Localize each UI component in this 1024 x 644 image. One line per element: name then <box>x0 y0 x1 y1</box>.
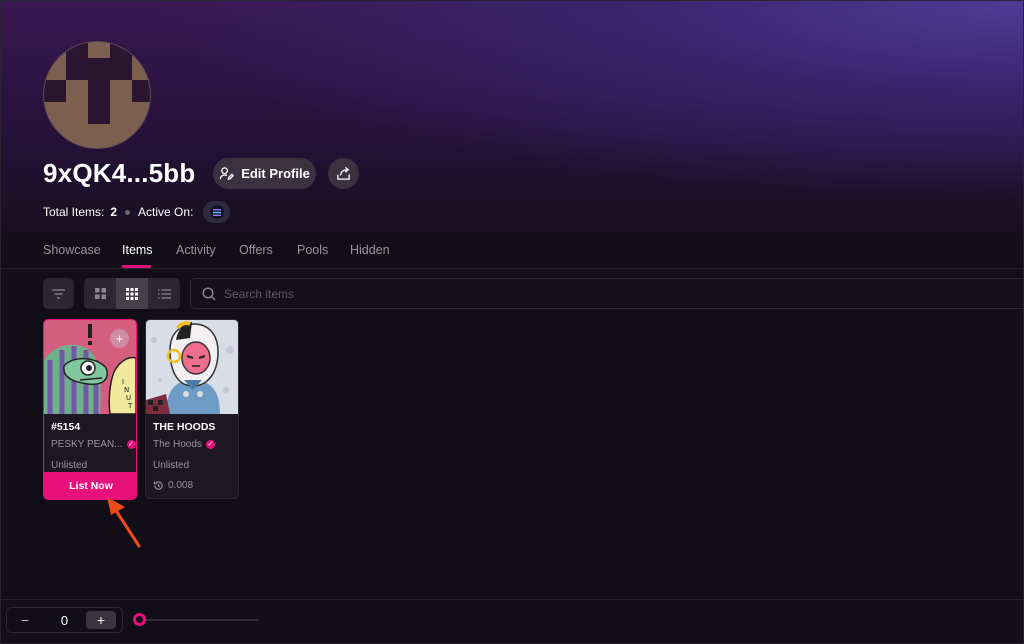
active-on-label: Active On: <box>138 205 194 219</box>
card-collection: The Hoods ✓ <box>153 439 215 450</box>
separator-dot <box>125 209 131 215</box>
search-input[interactable] <box>224 286 824 301</box>
svg-text:U: U <box>126 394 131 402</box>
grid-large-view-button[interactable] <box>84 278 116 309</box>
selection-slider-track[interactable] <box>139 619 259 621</box>
search-icon <box>202 286 216 300</box>
view-toggle-group <box>84 278 180 309</box>
tab-items[interactable]: Items <box>122 243 153 257</box>
nft-card[interactable]: THE HOODS The Hoods ✓ Unlisted 0.008 <box>145 319 239 499</box>
card-title: #5154 <box>51 421 81 433</box>
svg-text:N: N <box>124 386 129 394</box>
profile-name: 9xQK4...5bb <box>43 158 196 188</box>
tab-showcase[interactable]: Showcase <box>43 243 101 257</box>
card-title: THE HOODS <box>153 421 216 433</box>
chain-badge[interactable] <box>203 201 231 223</box>
tab-pools[interactable]: Pools <box>297 243 328 257</box>
tab-offers[interactable]: Offers <box>239 243 273 257</box>
solana-icon <box>209 205 224 219</box>
filter-icon <box>52 288 65 299</box>
total-items-value: 2 <box>110 205 118 219</box>
svg-text:T: T <box>127 402 133 410</box>
nft-card[interactable]: I N U T + #5154 PESKY PEAN... ✓ Unlisted… <box>43 319 137 500</box>
user-edit-icon <box>219 167 235 180</box>
profile-stats: Total Items: 2 Active On: <box>43 201 231 223</box>
nft-image-pesky: I N U T + <box>44 320 136 414</box>
collection-name: PESKY PEAN... <box>51 439 123 450</box>
bottom-bar: − 0 + <box>1 599 1023 643</box>
grid-compact-view-button[interactable] <box>116 278 148 309</box>
edit-profile-button[interactable]: Edit Profile <box>213 158 316 189</box>
selection-slider-thumb[interactable] <box>133 613 146 626</box>
share-icon <box>337 166 350 180</box>
card-collection: PESKY PEAN... ✓ <box>51 439 136 450</box>
edit-profile-label: Edit Profile <box>241 166 310 181</box>
card-price: 0.008 <box>153 480 193 491</box>
nft-image-hoods <box>146 320 238 414</box>
tab-activity[interactable]: Activity <box>176 243 216 257</box>
verified-icon: ✓ <box>205 440 215 449</box>
card-status: Unlisted <box>51 460 88 471</box>
avatar <box>43 41 151 149</box>
add-to-selection-button[interactable]: + <box>110 329 129 348</box>
list-icon <box>157 288 171 299</box>
active-tab-indicator <box>122 265 151 268</box>
card-status: Unlisted <box>153 460 190 471</box>
profile-tabs: Showcase Items Activity Offers Pools Hid… <box>1 233 1023 269</box>
app-frame: 9xQK4...5bb Edit Profile Total Items: 2 … <box>0 0 1024 644</box>
grid-compact-icon <box>126 287 138 300</box>
total-items-label: Total Items: <box>43 205 105 219</box>
svg-text:I: I <box>122 378 124 386</box>
annotation-arrow-icon <box>107 497 141 548</box>
profile-banner: 9xQK4...5bb Edit Profile Total Items: 2 … <box>1 1 1023 233</box>
decrement-button[interactable]: − <box>7 612 43 628</box>
increment-button[interactable]: + <box>86 611 116 629</box>
share-button[interactable] <box>328 158 359 189</box>
grid-large-icon <box>94 288 106 299</box>
tab-hidden[interactable]: Hidden <box>350 243 390 257</box>
verified-icon: ✓ <box>126 440 136 449</box>
collection-name: The Hoods <box>153 439 202 450</box>
search-bar <box>190 278 1023 309</box>
price-value: 0.008 <box>168 480 194 491</box>
filter-button[interactable] <box>43 278 74 309</box>
quantity-stepper: − 0 + <box>6 607 123 633</box>
list-view-button[interactable] <box>148 278 180 309</box>
stepper-value[interactable]: 0 <box>43 613 86 628</box>
price-history-icon <box>153 481 163 490</box>
